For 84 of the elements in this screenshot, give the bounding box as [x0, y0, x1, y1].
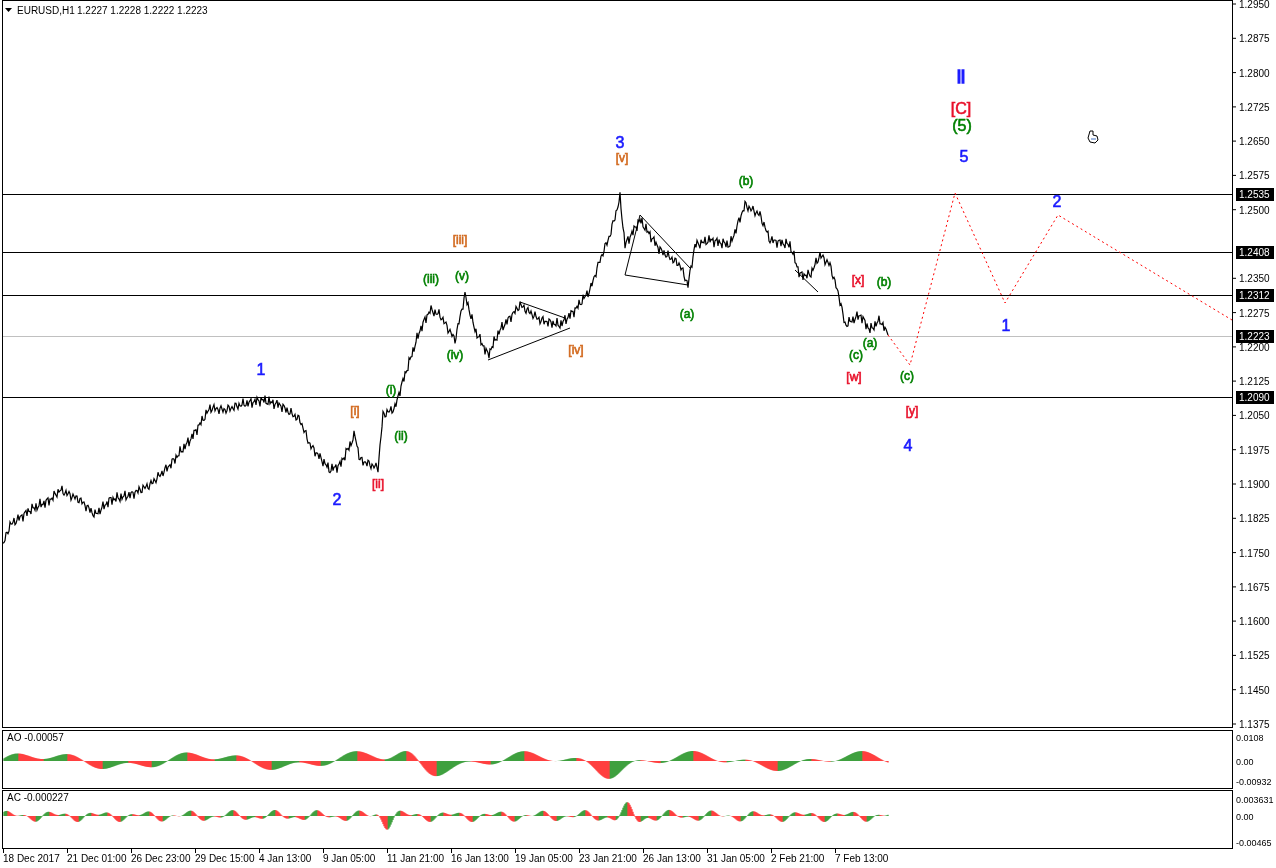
time-tick: 31 Jan 05:00 — [707, 853, 765, 864]
ohlc-values: 1.2227 1.2228 1.2222 1.2223 — [77, 5, 208, 16]
wave-label[interactable]: (a) — [862, 336, 878, 350]
wave-label[interactable]: [C] — [950, 100, 972, 117]
time-tick: 29 Dec 15:00 — [195, 853, 255, 864]
price-tick: 1.1750 — [1239, 547, 1270, 559]
indicator-tick: 0.0108 — [1236, 733, 1264, 743]
wave-label[interactable]: (v) — [455, 269, 469, 283]
price-badge: 1.2408 — [1236, 246, 1274, 259]
time-tick: 26 Jan 13:00 — [643, 853, 701, 864]
price-tick: 1.1900 — [1239, 479, 1270, 490]
price-tick: 1.1450 — [1239, 684, 1270, 696]
price-tick: 1.2200 — [1239, 341, 1270, 353]
wave-label[interactable]: (5) — [952, 117, 972, 134]
menu-triangle-icon[interactable] — [5, 8, 12, 12]
wave-label[interactable]: (i) — [385, 383, 397, 397]
wave-label[interactable]: 1 — [1001, 317, 1011, 334]
time-tick: 21 Dec 01:00 — [67, 853, 127, 864]
time-tick: 16 Jan 13:00 — [451, 853, 509, 864]
indicator-tick: -0.00465 — [1236, 838, 1272, 848]
wave-label[interactable]: 1 — [256, 361, 266, 378]
price-tick: 1.2800 — [1239, 67, 1270, 79]
wave-label[interactable]: [x] — [851, 273, 865, 287]
trend-line[interactable] — [794, 269, 819, 293]
price-tick: 1.1675 — [1239, 581, 1270, 593]
wave-label[interactable]: [y] — [905, 404, 919, 418]
indicator-tick: -0.00932 — [1236, 777, 1272, 787]
price-tick: 1.2350 — [1239, 273, 1270, 285]
wave-label[interactable]: (ii) — [394, 429, 408, 443]
wave-label[interactable]: [iii] — [452, 233, 468, 247]
price-badge: 1.2090 — [1236, 391, 1274, 404]
indicator-title: AO -0.00057 — [7, 732, 64, 743]
price-tick: 1.2725 — [1239, 101, 1270, 113]
price-tick: 1.2125 — [1239, 376, 1270, 388]
symbol-label: EURUSD,H1 — [17, 5, 75, 16]
wave-label[interactable]: [ii] — [372, 477, 384, 491]
wave-label[interactable]: 2 — [1052, 193, 1062, 210]
wave-label[interactable]: (iv) — [446, 348, 464, 362]
indicator-tick: 0.00 — [1236, 812, 1254, 822]
wave-label[interactable]: [w] — [846, 370, 862, 384]
triangle-pattern-drawing[interactable] — [487, 301, 571, 361]
price-tick: 1.1825 — [1239, 513, 1270, 525]
wave-label[interactable]: [iv] — [568, 343, 584, 357]
time-tick: 19 Jan 05:00 — [515, 853, 573, 864]
price-tick: 1.2875 — [1239, 33, 1270, 45]
time-tick: 2 Feb 21:00 — [771, 853, 825, 864]
wave-label[interactable]: (b) — [738, 174, 754, 188]
wave-label[interactable]: (a) — [679, 307, 695, 321]
price-tick: 1.1600 — [1239, 616, 1270, 628]
time-tick: 11 Jan 21:00 — [387, 853, 445, 864]
wave-label[interactable]: ii — [957, 67, 965, 87]
time-tick: 9 Jan 05:00 — [323, 853, 376, 864]
price-tick: 1.2575 — [1239, 170, 1270, 182]
wave-label[interactable]: [v] — [615, 151, 629, 165]
time-tick: 23 Jan 21:00 — [579, 853, 637, 864]
price-tick: 1.1375 — [1239, 719, 1270, 730]
hand-cursor-icon — [1087, 130, 1099, 144]
wave-label[interactable]: 5 — [959, 148, 969, 165]
price-tick: 1.2500 — [1239, 204, 1270, 216]
wave-label[interactable]: (iii) — [423, 272, 439, 286]
wave-label[interactable]: 4 — [903, 437, 913, 454]
price-tick: 1.2050 — [1239, 410, 1270, 422]
wave-label[interactable]: (c) — [849, 348, 863, 362]
indicator-title: AC -0.000227 — [7, 792, 69, 803]
wave-label[interactable]: (b) — [876, 275, 892, 289]
time-tick: 18 Dec 2017 — [3, 853, 60, 864]
wave-label[interactable]: 3 — [615, 134, 625, 151]
price-tick: 1.2950 — [1239, 0, 1270, 10]
price-tick: 1.1525 — [1239, 650, 1270, 662]
wave-label[interactable]: [i] — [350, 404, 360, 418]
wave-label[interactable]: (c) — [900, 369, 914, 383]
time-tick: 7 Feb 13:00 — [835, 853, 889, 864]
price-tick: 1.1975 — [1239, 444, 1270, 456]
time-tick: 4 Jan 13:00 — [259, 853, 312, 864]
price-tick: 1.2275 — [1239, 307, 1270, 319]
price-tick: 1.2650 — [1239, 136, 1270, 148]
indicator-tick: 0.003631 — [1236, 795, 1274, 805]
wave-label[interactable]: 2 — [332, 491, 342, 508]
indicator-tick: 0.00 — [1236, 757, 1254, 767]
time-tick: 26 Dec 23:00 — [131, 853, 191, 864]
triangle-pattern-drawing[interactable] — [624, 214, 691, 286]
price-badge: 1.2535 — [1236, 188, 1274, 201]
price-badge: 1.2223 — [1236, 330, 1274, 343]
price-badge: 1.2312 — [1236, 289, 1274, 302]
